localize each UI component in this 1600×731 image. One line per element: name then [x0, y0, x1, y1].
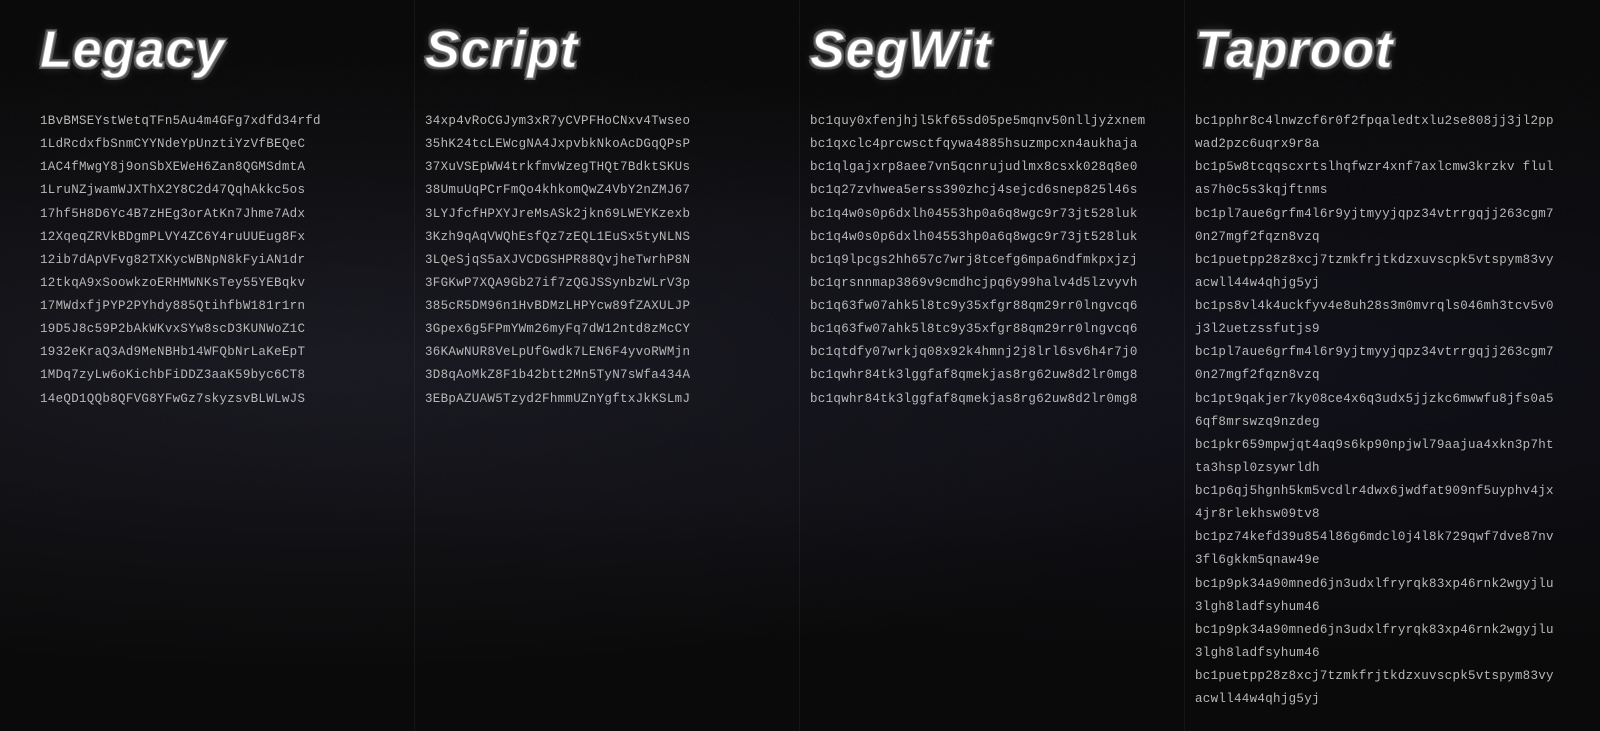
- list-item[interactable]: 38UmuUqPCrFmQo4khkomQwZ4VbY2nZMJ67: [425, 179, 789, 202]
- list-item[interactable]: 1LdRcdxfbSnmCYYNdeYpUnztiYzVfBEQeC: [40, 133, 404, 156]
- list-item[interactable]: 3LYJfcfHPXYJreMsASk2jkn69LWEYKzexb: [425, 203, 789, 226]
- list-item[interactable]: bc1q63fw07ahk5l8tc9y35xfgr88qm29rr0lngvc…: [810, 295, 1174, 318]
- list-item[interactable]: 14eQD1QQb8QFVG8YFwGz7skyzsvBLWLwJS: [40, 388, 404, 411]
- column-taproot: Taproot bc1pphr8c4lnwzcf6r0f2fpqaledtxlu2…: [1185, 0, 1570, 731]
- title-legacy: Legacy: [40, 20, 404, 80]
- list-item[interactable]: 34xp4vRoCGJym3xR7yCVPFHoCNxv4Twseo: [425, 110, 789, 133]
- list-item[interactable]: 35hK24tcLEWcgNA4JxpvbkNkoAcDGqQPsP: [425, 133, 789, 156]
- list-item[interactable]: bc1qrsnnmap3869v9cmdhcjpq6y99halv4d5lzvy…: [810, 272, 1174, 295]
- address-list-segwit: bc1quy0xfenjhjl5kf65sd05pe5mqnv50nlljyżx…: [810, 110, 1174, 411]
- list-item[interactable]: 17MWdxfjPYP2PYhdy885QtihfbW181r1rn: [40, 295, 404, 318]
- list-item[interactable]: 3EBpAZUAW5Tzyd2FhmmUZnYgftxJkKSLmJ: [425, 388, 789, 411]
- list-item[interactable]: bc1q4w0s0p6dxlh04553hp0a6q8wgc9r73jt528l…: [810, 226, 1174, 249]
- list-item[interactable]: bc1q27zvhwea5erss390zhcj4sejcd6snep825l4…: [810, 179, 1174, 202]
- column-script: Script 34xp4vRoCGJym3xR7yCVPFHoCNxv4Twseo…: [415, 0, 800, 731]
- list-item[interactable]: bc1q63fw07ahk5l8tc9y35xfgr88qm29rr0lngvc…: [810, 318, 1174, 341]
- list-item[interactable]: 1932eKraQ3Ad9MeNBHb14WFQbNrLaKeEpT: [40, 341, 404, 364]
- list-item[interactable]: bc1pl7aue6grfm4l6r9yjtmyyjqpz34vtrrgqjj2…: [1195, 203, 1560, 249]
- list-item[interactable]: bc1p6qj5hgnh5km5vcdlr4dwx6jwdfat909nf5uy…: [1195, 480, 1560, 526]
- list-item[interactable]: bc1pkr659mpwjqt4aq9s6kp90npjwl79aajua4xk…: [1195, 434, 1560, 480]
- list-item[interactable]: 3LQeSjqS5aXJVCDGSHPR88QvjheTwrhP8N: [425, 249, 789, 272]
- list-item[interactable]: 1BvBMSEYstWetqTFn5Au4m4GFg7xdfd34rfd: [40, 110, 404, 133]
- list-item[interactable]: bc1qtdfy07wrkjq08x92k4hmnj2j8lrl6sv6h4r7…: [810, 341, 1174, 364]
- address-list-legacy: 1BvBMSEYstWetqTFn5Au4m4GFg7xdfd34rfd1LdR…: [40, 110, 404, 411]
- list-item[interactable]: 385cR5DM96n1HvBDMzLHPYcw89fZAXULJP: [425, 295, 789, 318]
- list-item[interactable]: bc1puetpp28z8xcj7tzmkfrjtkdzxuvscpk5vtsp…: [1195, 665, 1560, 711]
- list-item[interactable]: bc1qwhr84tk3lggfaf8qmekjas8rg62uw8d2lr0m…: [810, 364, 1174, 387]
- title-taproot: Taproot: [1195, 20, 1560, 80]
- list-item[interactable]: bc1qlgajxrp8aee7vn5qcnrujudlmx8csxk028q8…: [810, 156, 1174, 179]
- list-item[interactable]: 36KAwNUR8VeLpUfGwdk7LEN6F4yvoRWMjn: [425, 341, 789, 364]
- list-item[interactable]: bc1ps8vl4k4uckfyv4e8uh28s3m0mvrqls046mh3…: [1195, 295, 1560, 341]
- list-item[interactable]: 3Gpex6g5FPmYWm26myFq7dW12ntd8zMcCY: [425, 318, 789, 341]
- list-item[interactable]: bc1p9pk34a90mned6jn3udxlfryrqk83xp46rnk2…: [1195, 619, 1560, 665]
- list-item[interactable]: bc1puetpp28z8xcj7tzmkfrjtkdzxuvscpk5vtsp…: [1195, 249, 1560, 295]
- main-container: Legacy 1BvBMSEYstWetqTFn5Au4m4GFg7xdfd34r…: [0, 0, 1600, 731]
- list-item[interactable]: 3Kzh9qAqVWQhEsfQz7zEQL1EuSx5tyNLNS: [425, 226, 789, 249]
- list-item[interactable]: bc1qwhr84tk3lggfaf8qmekjas8rg62uw8d2lr0m…: [810, 388, 1174, 411]
- list-item[interactable]: bc1p9pk34a90mned6jn3udxlfryrqk83xp46rnk2…: [1195, 573, 1560, 619]
- list-item[interactable]: 12XqeqZRVkBDgmPLVY4ZC6Y4ruUUEug8Fx: [40, 226, 404, 249]
- list-item[interactable]: 37XuVSEpWW4trkfmvWzegTHQt7BdktSKUs: [425, 156, 789, 179]
- list-item[interactable]: bc1pphr8c4lnwzcf6r0f2fpqaledtxlu2se808jj…: [1195, 110, 1560, 156]
- list-item[interactable]: bc1qxclc4prcwsctfqywa4885hsuzmpcxn4aukha…: [810, 133, 1174, 156]
- list-item[interactable]: 12tkqA9xSoowkzoERHMWNKsTey55YEBqkv: [40, 272, 404, 295]
- list-item[interactable]: bc1q9lpcgs2hh657c7wrj8tcefg6mpa6ndfmkpxj…: [810, 249, 1174, 272]
- list-item[interactable]: 1LruNZjwamWJXThX2Y8C2d47QqhAkkc5os: [40, 179, 404, 202]
- title-segwit: SegWit: [810, 20, 1174, 80]
- list-item[interactable]: bc1pz74kefd39u854l86g6mdcl0j4l8k729qwf7d…: [1195, 526, 1560, 572]
- address-list-script: 34xp4vRoCGJym3xR7yCVPFHoCNxv4Twseo35hK24…: [425, 110, 789, 411]
- list-item[interactable]: 1AC4fMwgY8j9onSbXEWeH6Zan8QGMSdmtA: [40, 156, 404, 179]
- list-item[interactable]: 3FGKwP7XQA9Gb27if7zQGJSSynbzWLrV3p: [425, 272, 789, 295]
- list-item[interactable]: bc1pt9qakjer7ky08ce4x6q3udx5jjzkc6mwwfu8…: [1195, 388, 1560, 434]
- list-item[interactable]: bc1pl7aue6grfm4l6r9yjtmyyjqpz34vtrrgqjj2…: [1195, 341, 1560, 387]
- address-list-taproot: bc1pphr8c4lnwzcf6r0f2fpqaledtxlu2se808jj…: [1195, 110, 1560, 711]
- list-item[interactable]: 19D5J8c59P2bAkWKvxSYw8scD3KUNWoZ1C: [40, 318, 404, 341]
- list-item[interactable]: 1MDq7zyLw6oKichbFiDDZ3aaK59byc6CT8: [40, 364, 404, 387]
- list-item[interactable]: bc1q4w0s0p6dxlh04553hp0a6q8wgc9r73jt528l…: [810, 203, 1174, 226]
- column-legacy: Legacy 1BvBMSEYstWetqTFn5Au4m4GFg7xdfd34r…: [30, 0, 415, 731]
- list-item[interactable]: bc1p5w8tcqqscxrtslhqfwzr4xnf7axlcmw3krzk…: [1195, 156, 1560, 202]
- list-item[interactable]: 12ib7dApVFvg82TXKycWBNpN8kFyiAN1dr: [40, 249, 404, 272]
- list-item[interactable]: bc1quy0xfenjhjl5kf65sd05pe5mqnv50nlljyżx…: [810, 110, 1174, 133]
- list-item[interactable]: 3D8qAoMkZ8F1b42btt2Mn5TyN7sWfa434A: [425, 364, 789, 387]
- column-segwit: SegWit bc1quy0xfenjhjl5kf65sd05pe5mqnv50n…: [800, 0, 1185, 731]
- list-item[interactable]: 17hf5H8D6Yc4B7zHEg3orAtKn7Jhme7Adx: [40, 203, 404, 226]
- title-script: Script: [425, 20, 789, 80]
